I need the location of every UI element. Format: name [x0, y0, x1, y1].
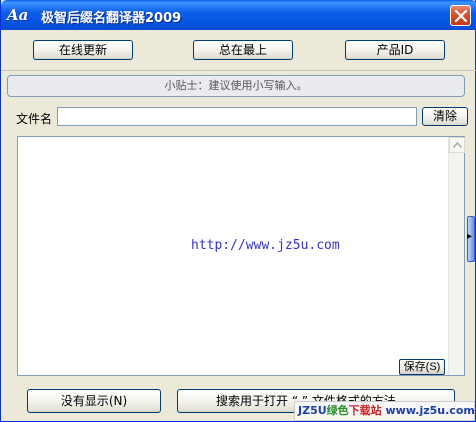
file-name-label: 文件名: [16, 112, 53, 126]
title-bar[interactable]: Aa 极智后缀名翻译器2009: [1, 0, 476, 30]
arrow-right-icon: ▸: [467, 231, 473, 242]
toolbar-divider: [1, 70, 476, 71]
file-name-input[interactable]: [57, 107, 417, 126]
close-button[interactable]: [450, 5, 471, 26]
chevron-up-icon: [453, 142, 462, 148]
watermark-brand: JZ5U: [298, 404, 327, 417]
watermark-download: 下载站: [348, 404, 382, 417]
save-button[interactable]: 保存(S): [399, 359, 445, 375]
app-window: Aa 极智后缀名翻译器2009 在线更新 总在最上 产品ID 小贴士：建议使用小…: [0, 0, 476, 422]
product-id-button[interactable]: 产品ID: [345, 40, 445, 60]
output-scrollbar[interactable]: [448, 137, 465, 375]
tip-bar: 小贴士：建议使用小写输入。: [7, 75, 465, 97]
close-icon: [455, 10, 467, 22]
watermark-green: 绿色: [326, 404, 349, 417]
site-watermark: JZ5U绿色下载站 www.jz5u.com: [294, 401, 475, 421]
online-update-button[interactable]: 在线更新: [33, 40, 133, 60]
output-text-area[interactable]: [17, 136, 465, 376]
window-title: 极智后缀名翻译器2009: [41, 11, 182, 26]
always-on-top-button[interactable]: 总在最上: [193, 40, 293, 60]
clear-button[interactable]: 清除: [422, 107, 468, 126]
no-display-button[interactable]: 没有显示(N): [27, 389, 161, 413]
app-logo: Aa: [7, 6, 29, 24]
output-url-text: http://www.jz5u.com: [191, 238, 340, 253]
watermark-url: www.jz5u.com: [385, 404, 475, 417]
scroll-up-button[interactable]: [449, 137, 465, 153]
